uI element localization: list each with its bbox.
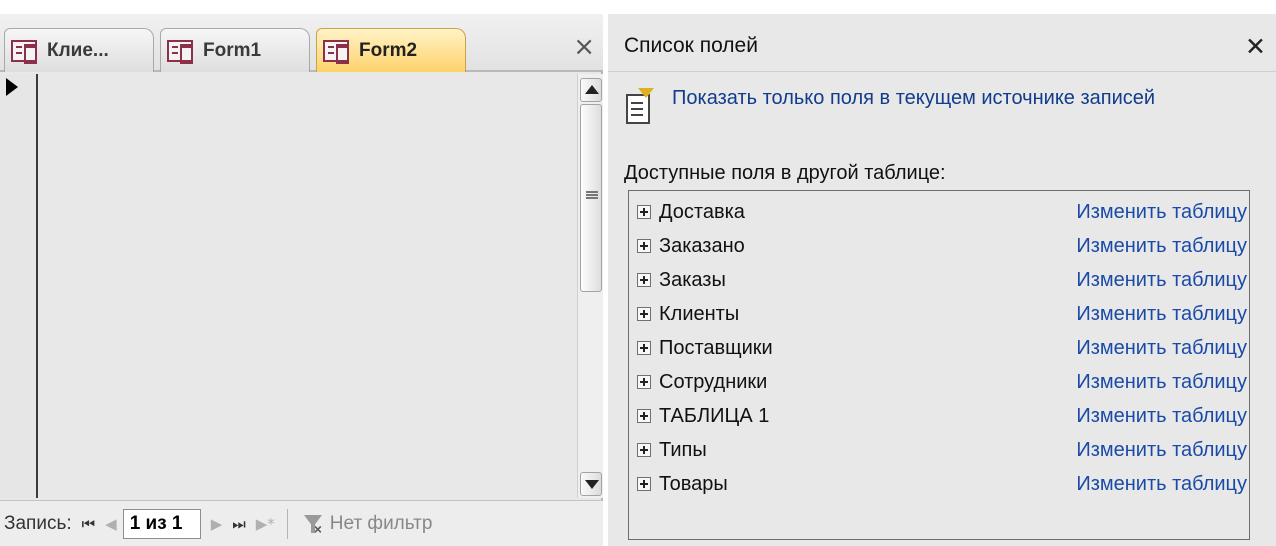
scroll-down-button[interactable] (580, 472, 602, 496)
expand-plus-icon[interactable] (637, 443, 651, 457)
expand-plus-icon[interactable] (637, 273, 651, 287)
expand-plus-icon[interactable] (637, 239, 651, 253)
tab-form1[interactable]: Form1 (160, 28, 310, 72)
divider (286, 508, 288, 539)
edit-table-link[interactable]: Изменить таблицу (1076, 371, 1247, 394)
list-item[interactable]: Заказано Изменить таблицу (629, 229, 1249, 263)
previous-record-button[interactable]: ◀ (105, 515, 117, 533)
form-icon (323, 39, 349, 64)
edit-table-link[interactable]: Изменить таблицу (1076, 235, 1247, 258)
last-record-button[interactable]: ⏭ (232, 515, 246, 533)
list-item[interactable]: Клиенты Изменить таблицу (629, 297, 1249, 331)
other-tables-heading: Доступные поля в другой таблице: (624, 162, 946, 184)
current-record-arrow-icon (6, 78, 18, 96)
close-icon[interactable]: × (573, 34, 595, 60)
list-item[interactable]: ТАБЛИЦА 1 Изменить таблицу (629, 399, 1249, 433)
list-item[interactable]: Доставка Изменить таблицу (629, 195, 1249, 229)
other-tables-list: Доставка Изменить таблицу Заказано Измен… (628, 190, 1250, 540)
record-position-field[interactable]: 1 из 1 (122, 508, 201, 539)
vertical-scrollbar[interactable] (577, 74, 603, 498)
tab-label: Клие... (47, 39, 109, 61)
table-name: Сотрудники (659, 370, 768, 393)
table-name: Поставщики (659, 336, 773, 359)
list-item[interactable]: Сотрудники Изменить таблицу (629, 365, 1249, 399)
list-item[interactable]: Заказы Изменить таблицу (629, 263, 1249, 297)
form-icon (167, 39, 193, 64)
tab-label: Form2 (359, 39, 418, 61)
scroll-up-button[interactable] (580, 78, 602, 102)
table-name: ТАБЛИЦА 1 (659, 404, 770, 427)
field-list-pane: Список полей ✕ Показать только поля в те… (608, 14, 1276, 546)
tab-clients[interactable]: Клие... (4, 28, 154, 72)
filter-off-icon[interactable]: × (302, 513, 326, 537)
list-item[interactable]: Типы Изменить таблицу (629, 433, 1249, 467)
show-only-link-text[interactable]: Показать только поля в текущем источнике… (672, 86, 1192, 124)
filter-status-button[interactable]: Нет фильтр (330, 513, 450, 535)
edit-table-link[interactable]: Изменить таблицу (1076, 337, 1247, 360)
scroll-thumb[interactable] (580, 104, 602, 292)
table-name: Доставка (659, 200, 745, 223)
table-name: Клиенты (659, 302, 740, 325)
filter-fields-icon (626, 88, 654, 124)
edit-table-link[interactable]: Изменить таблицу (1076, 405, 1247, 428)
table-name: Заказано (659, 234, 745, 257)
expand-plus-icon[interactable] (637, 477, 651, 491)
expand-plus-icon[interactable] (637, 341, 651, 355)
next-record-button[interactable]: ▶ (211, 515, 223, 533)
form-window: Клие... Form1 Form2 × Запись: ⏮ ◀ 1 из 1… (0, 14, 603, 546)
expand-plus-icon[interactable] (637, 409, 651, 423)
table-name: Заказы (659, 268, 726, 291)
pane-header: Список полей ✕ (608, 14, 1276, 72)
tab-form2[interactable]: Form2 (316, 28, 466, 72)
expand-plus-icon[interactable] (637, 307, 651, 321)
record-label: Запись: (4, 512, 72, 534)
show-only-current-source-link[interactable]: Показать только поля в текущем источнике… (626, 86, 1192, 124)
record-navigation-bar: Запись: ⏮ ◀ 1 из 1 ▶ ⏭ ▶* × Нет фильтр (0, 500, 603, 546)
first-record-button[interactable]: ⏮ (82, 515, 96, 533)
list-item[interactable]: Товары Изменить таблицу (629, 467, 1249, 501)
tab-label: Form1 (203, 39, 262, 61)
edit-table-link[interactable]: Изменить таблицу (1076, 269, 1247, 292)
form-icon (11, 39, 37, 64)
table-name: Типы (659, 438, 707, 461)
edit-table-link[interactable]: Изменить таблицу (1076, 439, 1247, 462)
close-icon[interactable]: ✕ (1245, 32, 1266, 61)
new-record-button[interactable]: ▶* (256, 515, 275, 533)
record-selector[interactable] (0, 74, 38, 498)
pane-title: Список полей (624, 34, 758, 57)
document-tab-strip: Клие... Form1 Form2 × (0, 14, 603, 72)
edit-table-link[interactable]: Изменить таблицу (1076, 201, 1247, 224)
edit-table-link[interactable]: Изменить таблицу (1076, 473, 1247, 496)
expand-plus-icon[interactable] (637, 375, 651, 389)
list-item[interactable]: Поставщики Изменить таблицу (629, 331, 1249, 365)
expand-plus-icon[interactable] (637, 205, 651, 219)
grip-icon (586, 191, 598, 199)
table-name: Товары (659, 472, 728, 495)
form-detail-area[interactable] (40, 74, 577, 498)
edit-table-link[interactable]: Изменить таблицу (1076, 303, 1247, 326)
